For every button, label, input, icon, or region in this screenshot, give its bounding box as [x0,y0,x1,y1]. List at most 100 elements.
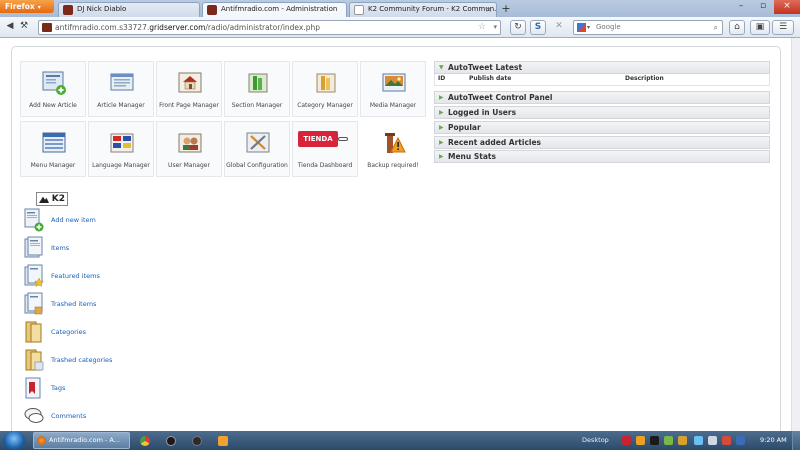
k2-link-label[interactable]: Add new item [51,216,96,224]
site-identity-icon [42,23,52,32]
module-title: Menu Stats [448,152,496,161]
url-path: /radio/administrator/index.php [205,23,321,32]
k2-link-label[interactable]: Trashed items [51,300,96,308]
menu-manager-button[interactable]: Menu Manager [20,121,86,177]
tray-media-icon[interactable] [650,436,659,445]
global-configuration-button[interactable]: Global Configuration [224,121,290,177]
k2-link-label[interactable]: Items [51,244,69,252]
tab-dj-nick-diablo[interactable]: DJ Nick Diablo [58,2,200,17]
bookmark-star-icon[interactable]: ☆ [478,21,486,34]
user-manager-button[interactable]: User Manager [156,121,222,177]
k2-featured-items[interactable]: Featured items [24,264,224,290]
url-history-dropdown-icon[interactable]: ▾ [493,21,497,34]
tray-warning-icon[interactable] [636,436,645,445]
tags-icon [25,377,41,399]
tab-title: Antifmradio.com - Administration [221,5,338,13]
folder-icon[interactable] [218,436,228,446]
tray-app-icon[interactable] [622,436,631,445]
media-manager-button[interactable]: Media Manager [360,61,426,117]
category-manager-button[interactable]: Category Manager [292,61,358,117]
k2-link-label[interactable]: Featured items [51,272,100,280]
stop-icon[interactable]: ✕ [551,20,567,35]
close-icon[interactable]: × [485,3,492,16]
bookmarks-icon[interactable]: ▣ [750,20,770,35]
module-autotweet-control-panel[interactable]: ▶ AutoTweet Control Panel [434,91,770,104]
k2-items[interactable]: Items [24,236,224,262]
module-autotweet-latest[interactable]: ▼ AutoTweet Latest [434,61,770,74]
module-logged-in-users[interactable]: ▶ Logged in Users [434,106,770,119]
autotweet-table: ID Publish date Description [434,74,770,86]
k2-trashed-items[interactable]: Trashed items [24,292,224,318]
module-title: Popular [448,123,481,132]
k2-link-label[interactable]: Comments [51,412,86,420]
new-tab-button[interactable]: + [499,3,513,16]
backup-required-button[interactable]: Backup required! [360,121,426,177]
reload-icon[interactable]: ↻ [510,20,526,35]
tray-sound-icon[interactable] [708,436,717,445]
k2-tags[interactable]: Tags [24,376,224,402]
navigation-toolbar: ◀ ⚒ antifmradio.com.s33727.gridserver.co… [0,17,800,38]
tab-title: DJ Nick Diablo [77,5,127,13]
column-header-publish-date: Publish date [469,75,512,82]
chevron-down-icon: ▾ [37,4,41,11]
media-player-icon[interactable] [192,436,202,446]
minimize-icon[interactable]: – [730,0,752,14]
k2-add-new-item[interactable]: Add new item [24,208,224,234]
chrome-icon[interactable] [140,436,150,446]
section-manager-button[interactable]: Section Manager [224,61,290,117]
taskbar-window-title: Antifmradio.com - A... [49,436,120,444]
site-favicon-icon [207,5,217,15]
k2-link-label[interactable]: Categories [51,328,86,336]
url-bar[interactable]: antifmradio.com.s33727.gridserver.com/ra… [38,20,501,35]
start-button-icon[interactable] [3,431,25,450]
k2-link-label[interactable]: Trashed categories [51,356,112,364]
tab-administration[interactable]: Antifmradio.com - Administration [202,2,347,17]
tray-network-icon[interactable] [694,436,703,445]
k2-comments[interactable]: Comments [24,404,224,430]
menu-icon[interactable]: ☰ [772,20,794,35]
tools-icon[interactable]: ⚒ [18,20,30,35]
maximize-icon[interactable]: ▫ [752,0,774,14]
article-manager-button[interactable]: Article Manager [88,61,154,117]
home-icon[interactable]: ⌂ [729,20,745,35]
cp-button-label: User Manager [168,162,210,169]
app-icon[interactable] [166,436,176,446]
cp-button-label: Global Configuration [226,162,288,169]
module-recent-added-articles[interactable]: ▶ Recent added Articles [434,136,770,149]
addon-s-icon[interactable]: S [530,20,546,35]
column-header-id: ID [438,75,446,82]
tray-flag-icon[interactable] [678,436,687,445]
k2-categories[interactable]: Categories [24,320,224,346]
windows-taskbar: Antifmradio.com - A... Desktop 9:20 AM [0,431,800,450]
firefox-menu-button[interactable]: Firefox ▾ [0,0,54,13]
tray-bluetooth-icon[interactable] [736,436,745,445]
k2-logo: K2 [36,192,68,206]
module-popular[interactable]: ▶ Popular [434,121,770,134]
language-manager-button[interactable]: Language Manager [88,121,154,177]
cp-button-label: Menu Manager [30,162,76,169]
taskbar-firefox-window[interactable]: Antifmradio.com - A... [33,432,130,449]
k2-trashed-categories[interactable]: Trashed categories [24,348,224,374]
cp-button-label: Article Manager [97,102,145,109]
tray-security-icon[interactable] [664,436,673,445]
show-desktop-button[interactable] [792,431,800,450]
back-icon[interactable]: ◀ [4,20,16,35]
chevron-down-icon: ▾ [587,24,591,31]
tag-string-icon [338,137,348,141]
desktop-toolbar-label[interactable]: Desktop [582,433,609,448]
url-prefix: antifmradio.com.s33727. [55,23,150,32]
cp-button-label: Section Manager [231,102,283,109]
close-window-icon[interactable]: × [774,0,800,14]
module-menu-stats[interactable]: ▶ Menu Stats [434,150,770,163]
search-icon[interactable]: ⌕ [714,21,718,34]
firefox-icon [37,436,46,445]
add-new-article-button[interactable]: Add New Article [20,61,86,117]
tienda-dashboard-button[interactable]: TIENDA Tienda Dashboard [292,121,358,177]
tab-k2-community-forum[interactable]: K2 Community Forum - K2 Commun... × [349,2,497,17]
tray-alert-icon[interactable] [722,436,731,445]
k2-link-label[interactable]: Tags [51,384,65,392]
scrollbar[interactable] [791,38,800,431]
taskbar-clock[interactable]: 9:20 AM [760,433,787,448]
search-bar[interactable]: ▾ Google ⌕ [573,20,723,35]
front-page-manager-button[interactable]: Front Page Manager [156,61,222,117]
